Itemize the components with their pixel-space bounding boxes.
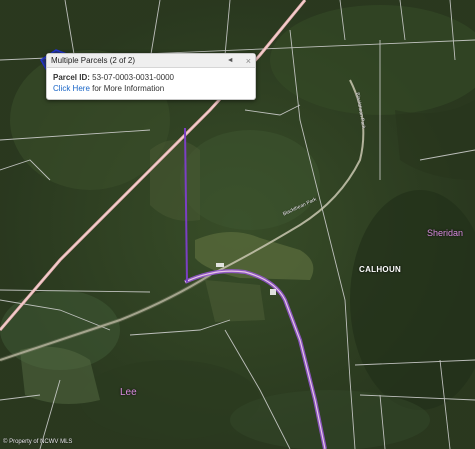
map-view[interactable]: Blackthean Park Blackthean Park Sheridan… bbox=[0, 0, 475, 449]
previous-arrow-icon[interactable]: ◄ bbox=[227, 57, 234, 64]
parcel-id-row: Parcel ID: 53-07-0003-0031-0000 bbox=[53, 72, 249, 83]
copyright-text: © Property of NCWV MLS bbox=[3, 439, 73, 445]
place-label-lee: Lee bbox=[120, 387, 137, 398]
more-info-row: Click Here for More Information bbox=[53, 83, 249, 94]
place-label-calhoun: CALHOUN bbox=[359, 265, 402, 274]
parcel-id-value: 53-07-0003-0031-0000 bbox=[92, 73, 174, 82]
place-label-sheridan: Sheridan bbox=[427, 228, 464, 238]
more-info-link[interactable]: Click Here bbox=[53, 84, 90, 93]
route-marker bbox=[216, 263, 224, 267]
more-info-suffix: for More Information bbox=[89, 84, 165, 93]
close-icon[interactable]: × bbox=[246, 56, 251, 65]
popup-title: Multiple Parcels (2 of 2) bbox=[51, 56, 136, 65]
parcel-id-label: Parcel ID: bbox=[53, 73, 90, 82]
popup-header: Multiple Parcels (2 of 2) ◄ × bbox=[47, 54, 255, 68]
route-marker bbox=[270, 289, 276, 295]
parcel-info-popup: Multiple Parcels (2 of 2) ◄ × Parcel ID:… bbox=[46, 53, 256, 100]
popup-body: Parcel ID: 53-07-0003-0031-0000 Click He… bbox=[47, 68, 255, 98]
